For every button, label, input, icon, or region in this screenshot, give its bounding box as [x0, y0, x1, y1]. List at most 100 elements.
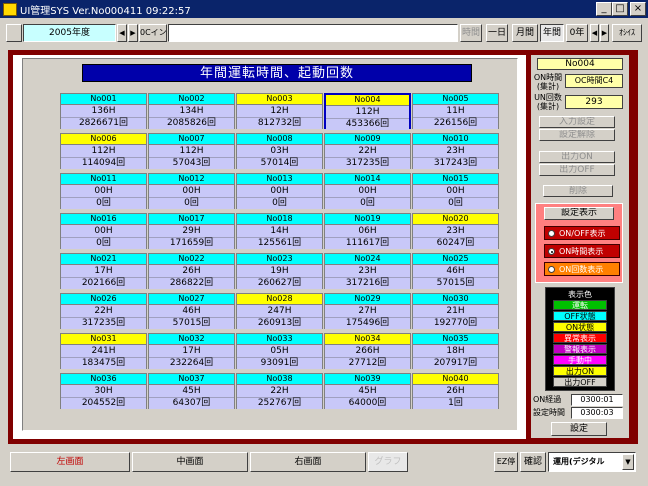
- equipment-cell[interactable]: No022 26H 286822回: [148, 253, 235, 289]
- maximize-button[interactable]: □: [612, 2, 628, 16]
- input-release-button[interactable]: 設定解除: [539, 129, 615, 141]
- on-time-display-option[interactable]: ON時間表示: [544, 244, 620, 258]
- equipment-cell[interactable]: No010 23H 317243回: [412, 133, 499, 169]
- minimize-button[interactable]: _: [596, 2, 612, 16]
- equipment-cell[interactable]: No029 27H 175496回: [324, 293, 411, 329]
- radio-icon[interactable]: [548, 230, 555, 237]
- equipment-cell[interactable]: No040 26H 1回: [412, 373, 499, 409]
- start-count: 0回: [149, 197, 234, 209]
- equipment-cell[interactable]: No018 14H 125561回: [236, 213, 323, 249]
- equipment-cell[interactable]: No004 112H 453366回: [324, 93, 411, 130]
- equipment-cell[interactable]: No001 136H 2826671回: [60, 93, 147, 129]
- equipment-number: No038: [237, 374, 322, 385]
- content-area: 年間運転時間、起動回数 No001 136H 2826671回 No002 134H 20…: [13, 55, 526, 439]
- month-button[interactable]: 月間: [512, 24, 538, 42]
- ez-button[interactable]: EZ停: [494, 452, 518, 472]
- equipment-cell[interactable]: No002 134H 2085826回: [148, 93, 235, 129]
- run-time: 17H: [61, 265, 146, 277]
- run-time: 247H: [237, 305, 322, 317]
- zero-year-button[interactable]: 0年: [566, 24, 588, 42]
- equipment-cell[interactable]: No006 112H 114094回: [60, 133, 147, 169]
- output-on-button[interactable]: 出力ON: [539, 151, 615, 163]
- output-off-button[interactable]: 出力OFF: [539, 164, 615, 176]
- equipment-number: No019: [325, 214, 410, 225]
- equipment-cell[interactable]: No013 00H 0回: [236, 173, 323, 209]
- equipment-cell[interactable]: No023 19H 260627回: [236, 253, 323, 289]
- radio-icon[interactable]: [548, 248, 555, 255]
- display-settings-button[interactable]: 設定表示: [544, 207, 614, 220]
- equipment-cell[interactable]: No033 05H 93091回: [236, 333, 323, 369]
- equipment-cell[interactable]: No007 112H 57043回: [148, 133, 235, 169]
- equipment-cell[interactable]: No020 23H 60247回: [412, 213, 499, 249]
- equipment-cell[interactable]: No005 11H 226156回: [412, 93, 499, 129]
- equipment-cell[interactable]: No019 06H 111617回: [324, 213, 411, 249]
- equipment-cell[interactable]: No011 00H 0回: [60, 173, 147, 209]
- left-screen-tab[interactable]: 左画面: [10, 452, 130, 472]
- equipment-cell[interactable]: No030 21H 192770回: [412, 293, 499, 329]
- delete-button[interactable]: 削除: [543, 185, 613, 197]
- on-delay-value[interactable]: 0300:01: [571, 394, 623, 406]
- equipment-cell[interactable]: No038 22H 252767回: [236, 373, 323, 409]
- equipment-cell[interactable]: No037 45H 64307回: [148, 373, 235, 409]
- equipment-cell[interactable]: No021 17H 202166回: [60, 253, 147, 289]
- equipment-cell[interactable]: No035 18H 207917回: [412, 333, 499, 369]
- equipment-cell[interactable]: No026 22H 317235回: [60, 293, 147, 329]
- year-prev-arrow-icon[interactable]: ◀: [117, 24, 127, 42]
- start-count: 0回: [325, 197, 410, 209]
- year-field[interactable]: 2005年度: [23, 24, 116, 42]
- equipment-cell[interactable]: No008 03H 57014回: [236, 133, 323, 169]
- day-button[interactable]: 一日: [486, 24, 508, 42]
- bottom-bar: 左画面 中画面 右画面 グラフ EZ停 確認 運用(デジタル ▼: [0, 448, 648, 486]
- center-screen-tab[interactable]: 中画面: [132, 452, 248, 472]
- equipment-cell[interactable]: No024 23H 317216回: [324, 253, 411, 289]
- equipment-cell[interactable]: No031 241H 183475回: [60, 333, 147, 369]
- equipment-number: No031: [61, 334, 146, 345]
- equipment-cell[interactable]: No015 00H 0回: [412, 173, 499, 209]
- equipment-cell[interactable]: No034 266H 27712回: [324, 333, 411, 369]
- equipment-cell[interactable]: No039 45H 64000回: [324, 373, 411, 409]
- dropdown-arrow-icon[interactable]: ▼: [622, 454, 634, 470]
- confirm-button[interactable]: 確認: [520, 452, 546, 472]
- equipment-cell[interactable]: No036 30H 204552回: [60, 373, 147, 409]
- equipment-number: No003: [237, 94, 322, 105]
- run-time: 266H: [325, 345, 410, 357]
- prev-page-arrow-icon[interactable]: ◀: [590, 24, 599, 42]
- set-time-value[interactable]: 0300:03: [571, 407, 623, 419]
- run-time: 112H: [326, 106, 409, 118]
- start-count: 204552回: [61, 397, 146, 409]
- equipment-cell[interactable]: No009 22H 317235回: [324, 133, 411, 169]
- right-screen-tab[interactable]: 右画面: [250, 452, 366, 472]
- year-next-arrow-icon[interactable]: ▶: [128, 24, 138, 42]
- equipment-cell[interactable]: No017 29H 171659回: [148, 213, 235, 249]
- equipment-cell[interactable]: No016 00H 0回: [60, 213, 147, 249]
- equipment-cell[interactable]: No014 00H 0回: [324, 173, 411, 209]
- on-count-display-option[interactable]: ON回数表示: [544, 262, 620, 276]
- next-page-arrow-icon[interactable]: ▶: [600, 24, 609, 42]
- on-time-label: ON時間(集計): [533, 73, 563, 91]
- start-count: 0回: [61, 197, 146, 209]
- set-button[interactable]: 設定: [551, 422, 607, 436]
- run-time: 22H: [61, 305, 146, 317]
- run-time: 12H: [237, 105, 322, 117]
- start-count: 64000回: [325, 397, 410, 409]
- menu-button[interactable]: [6, 24, 22, 42]
- equipment-cell[interactable]: No025 46H 57015回: [412, 253, 499, 289]
- equipment-cell[interactable]: No003 12H 812732回: [236, 93, 323, 129]
- radio-icon[interactable]: [548, 266, 555, 273]
- oc-button[interactable]: ｵｼｲｽ: [612, 24, 642, 42]
- input-settings-button[interactable]: 入力設定: [539, 116, 615, 128]
- onoff-button[interactable]: 0Cイン: [139, 24, 167, 42]
- onoff-display-option[interactable]: ON/OFF表示: [544, 226, 620, 240]
- legend-item: 運転: [553, 300, 607, 310]
- close-button[interactable]: ×: [630, 2, 646, 16]
- mode-select[interactable]: 運用(デジタル ▼: [548, 452, 636, 472]
- run-time: 112H: [149, 145, 234, 157]
- side-panel: No004 ON時間(集計) OC時間C4 UN回数(集計) 293 入力設定 …: [531, 55, 629, 438]
- equipment-cell[interactable]: No012 00H 0回: [148, 173, 235, 209]
- time-button[interactable]: 時間: [460, 24, 482, 42]
- equipment-cell[interactable]: No027 46H 57015回: [148, 293, 235, 329]
- equipment-cell[interactable]: No032 17H 232264回: [148, 333, 235, 369]
- equipment-cell[interactable]: No028 247H 260913回: [236, 293, 323, 329]
- year-button[interactable]: 年間: [540, 24, 564, 42]
- graph-tab[interactable]: グラフ: [368, 452, 408, 472]
